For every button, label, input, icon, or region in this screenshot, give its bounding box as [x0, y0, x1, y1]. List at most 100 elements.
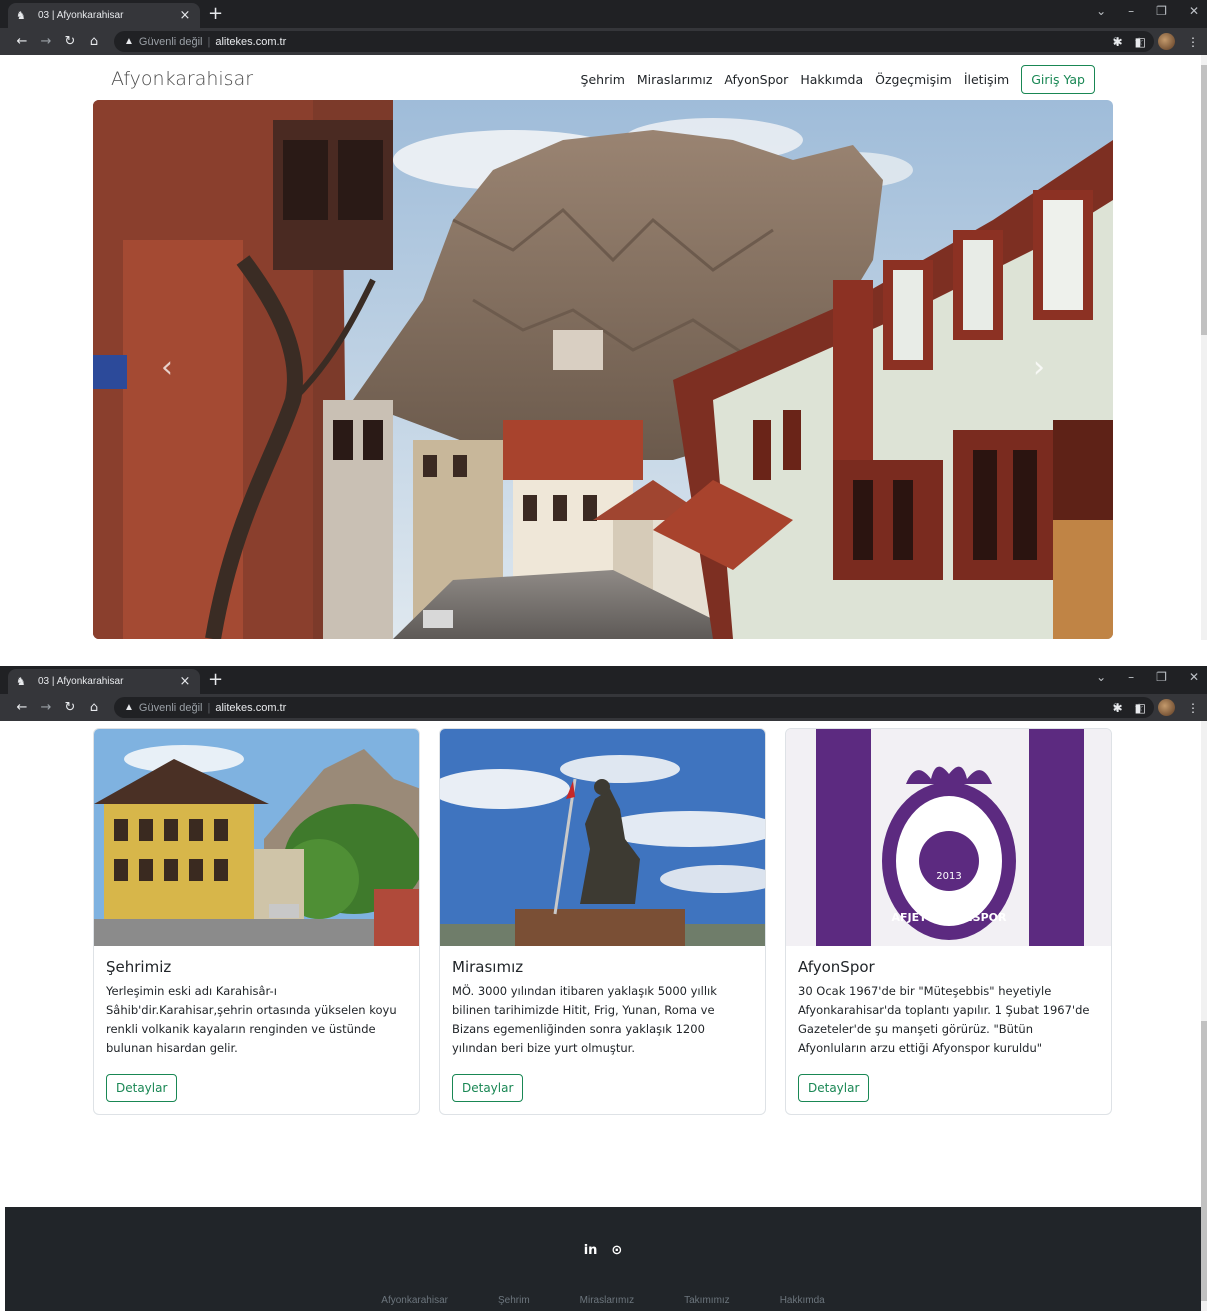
card-sehrimiz: Şehrimiz Yerleşimin eski adı Karahisâr-ı…: [93, 728, 420, 1115]
card-text: MÖ. 3000 yılından itibaren yaklaşık 5000…: [452, 984, 717, 1055]
horse-favicon-icon: ♞: [16, 8, 26, 22]
url-field[interactable]: ▲ Güvenli değil | alitekes.com.tr ⇪ ☆: [114, 697, 1154, 718]
browser-window-bottom: ♞ 03 | Afyonkarahisar × + ⌄ – ❐ ✕ ← → ↻ …: [0, 666, 1207, 1311]
footer-link-takimimiz[interactable]: Takımımız: [684, 1295, 730, 1306]
details-button[interactable]: Detaylar: [798, 1074, 870, 1102]
extensions-puzzle-icon[interactable]: ✱: [1113, 35, 1123, 49]
profile-avatar[interactable]: [1158, 699, 1175, 716]
card-image-house: [94, 729, 419, 946]
card-row: Şehrimiz Yerleşimin eski adı Karahisâr-ı…: [93, 728, 1113, 1115]
back-icon[interactable]: ←: [10, 700, 34, 715]
nav-item-miraslarimiz[interactable]: Miraslarımız: [637, 72, 713, 87]
home-icon[interactable]: ⌂: [82, 34, 106, 49]
security-label[interactable]: Güvenli değil: [139, 702, 203, 714]
nav-item-iletisim[interactable]: İletişim: [964, 72, 1009, 87]
restore-icon[interactable]: ❐: [1156, 670, 1167, 684]
browser-tab[interactable]: ♞ 03 | Afyonkarahisar ×: [8, 3, 200, 28]
site-footer: in ⊙ Afyonkarahisar Şehrim Miraslarımız …: [5, 1207, 1201, 1311]
url-separator: |: [207, 701, 211, 714]
url-text[interactable]: alitekes.com.tr: [215, 702, 286, 714]
forward-icon[interactable]: →: [34, 34, 58, 49]
warning-icon[interactable]: ▲: [124, 36, 134, 47]
nav-item-ozgecmisim[interactable]: Özgeçmişim: [875, 72, 952, 87]
footer-link-miraslarimiz[interactable]: Miraslarımız: [580, 1295, 634, 1306]
github-icon[interactable]: ⊙: [611, 1243, 622, 1258]
scrollbar[interactable]: [1201, 55, 1207, 640]
extension-area: ✱ ◧ ⋮: [1113, 699, 1199, 716]
address-bar: ← → ↻ ⌂ ▲ Güvenli değil | alitekes.com.t…: [0, 694, 1207, 721]
new-tab-icon[interactable]: +: [208, 670, 223, 690]
tab-title: 03 | Afyonkarahisar: [38, 10, 124, 21]
site-navbar: Afyonkarahisar Şehrim Miraslarımız Afyon…: [93, 63, 1113, 95]
footer-link-sehrim[interactable]: Şehrim: [498, 1295, 530, 1306]
home-icon[interactable]: ⌂: [82, 700, 106, 715]
close-window-icon[interactable]: ✕: [1189, 4, 1199, 18]
card-mirasimiz: Mirasımız MÖ. 3000 yılından itibaren yak…: [439, 728, 766, 1115]
tab-strip: ♞ 03 | Afyonkarahisar × + ⌄ – ❐ ✕: [0, 0, 1207, 28]
security-label[interactable]: Güvenli değil: [139, 36, 203, 48]
card-afyonspor: 2013 AFJET AFYONSPOR AfyonSpor 30 Ocak 1…: [785, 728, 1112, 1115]
window-controls: ⌄ – ❐ ✕: [1096, 4, 1199, 18]
logo-name: AFJET AFYONSPOR: [892, 911, 1007, 924]
tab-title: 03 | Afyonkarahisar: [38, 676, 124, 687]
details-button[interactable]: Detaylar: [452, 1074, 524, 1102]
side-panel-icon[interactable]: ◧: [1135, 701, 1146, 715]
forward-icon[interactable]: →: [34, 700, 58, 715]
card-image-afyonspor-flag: 2013 AFJET AFYONSPOR: [786, 729, 1111, 946]
close-tab-icon[interactable]: ×: [178, 8, 192, 23]
logo-year: 2013: [936, 871, 961, 882]
close-tab-icon[interactable]: ×: [178, 674, 192, 689]
scrollbar-thumb[interactable]: [1201, 1021, 1207, 1301]
social-links: in ⊙: [5, 1243, 1201, 1258]
back-icon[interactable]: ←: [10, 34, 34, 49]
nav-item-afyonspor[interactable]: AfyonSpor: [724, 72, 788, 87]
footer-link-afyonkarahisar[interactable]: Afyonkarahisar: [381, 1295, 448, 1306]
footer-nav: Afyonkarahisar Şehrim Miraslarımız Takım…: [5, 1295, 1201, 1306]
reload-icon[interactable]: ↻: [58, 700, 82, 715]
footer-link-hakkimda[interactable]: Hakkımda: [780, 1295, 825, 1306]
minimize-icon[interactable]: –: [1128, 4, 1134, 18]
url-field[interactable]: ▲ Güvenli değil | alitekes.com.tr ⇪ ☆: [114, 31, 1154, 52]
extension-area: ✱ ◧ ⋮: [1113, 33, 1199, 50]
browser-menu-icon[interactable]: ⋮: [1187, 701, 1199, 715]
tab-search-icon[interactable]: ⌄: [1096, 4, 1106, 18]
side-panel-icon[interactable]: ◧: [1135, 35, 1146, 49]
browser-menu-icon[interactable]: ⋮: [1187, 35, 1199, 49]
nav-menu: Şehrim Miraslarımız AfyonSpor Hakkımda Ö…: [581, 64, 1095, 94]
browser-tab[interactable]: ♞ 03 | Afyonkarahisar ×: [8, 669, 200, 694]
login-button[interactable]: Giriş Yap: [1021, 64, 1095, 94]
carousel-prev-icon[interactable]: ‹: [161, 350, 173, 385]
reload-icon[interactable]: ↻: [58, 34, 82, 49]
card-title: Mirasımız: [452, 958, 524, 976]
profile-avatar[interactable]: [1158, 33, 1175, 50]
tab-search-icon[interactable]: ⌄: [1096, 670, 1106, 684]
nav-item-hakkimda[interactable]: Hakkımda: [800, 72, 863, 87]
linkedin-icon[interactable]: in: [584, 1243, 598, 1258]
restore-icon[interactable]: ❐: [1156, 4, 1167, 18]
new-tab-icon[interactable]: +: [208, 4, 223, 24]
scrollbar[interactable]: [1201, 721, 1207, 1311]
page-viewport-bottom: Şehrimiz Yerleşimin eski adı Karahisâr-ı…: [0, 721, 1207, 1311]
horse-favicon-icon: ♞: [16, 674, 26, 688]
browser-window-top: ♞ 03 | Afyonkarahisar × + ⌄ – ❐ ✕ ← → ↻ …: [0, 0, 1207, 640]
window-controls: ⌄ – ❐ ✕: [1096, 670, 1199, 684]
card-text: 30 Ocak 1967'de bir "Müteşebbis" heyetiy…: [798, 984, 1090, 1055]
tab-strip: ♞ 03 | Afyonkarahisar × + ⌄ – ❐ ✕: [0, 666, 1207, 694]
extensions-puzzle-icon[interactable]: ✱: [1113, 701, 1123, 715]
scrollbar-thumb[interactable]: [1201, 65, 1207, 335]
warning-icon[interactable]: ▲: [124, 702, 134, 713]
details-button[interactable]: Detaylar: [106, 1074, 178, 1102]
minimize-icon[interactable]: –: [1128, 670, 1134, 684]
site-brand[interactable]: Afyonkarahisar: [111, 68, 253, 90]
carousel-next-icon[interactable]: ›: [1033, 350, 1045, 385]
hero-carousel: ‹ ›: [93, 100, 1113, 639]
url-text[interactable]: alitekes.com.tr: [215, 36, 286, 48]
nav-item-sehrim[interactable]: Şehrim: [581, 72, 625, 87]
card-title: Şehrimiz: [106, 958, 172, 976]
screenshot-divider: [0, 640, 1207, 666]
page-viewport-top: Afyonkarahisar Şehrim Miraslarımız Afyon…: [0, 55, 1207, 640]
address-bar: ← → ↻ ⌂ ▲ Güvenli değil | alitekes.com.t…: [0, 28, 1207, 55]
card-text: Yerleşimin eski adı Karahisâr-ı Sâhib'di…: [106, 984, 397, 1055]
card-title: AfyonSpor: [798, 958, 875, 976]
close-window-icon[interactable]: ✕: [1189, 670, 1199, 684]
